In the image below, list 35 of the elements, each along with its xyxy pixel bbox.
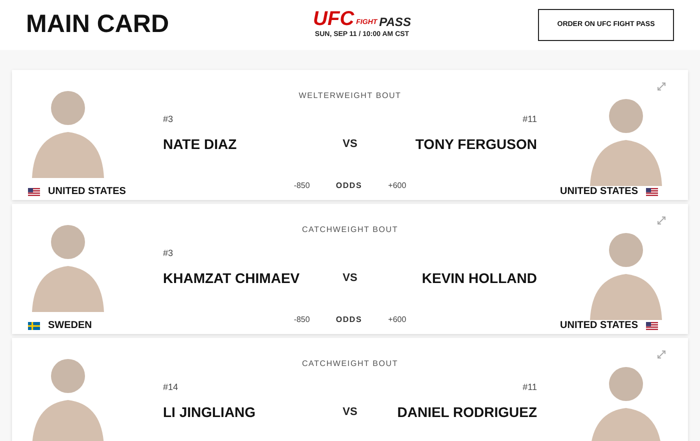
weight-class-label: CATCHWEIGHT BOUT (302, 225, 398, 234)
expand-icon[interactable] (657, 216, 666, 225)
flag-icon (646, 322, 658, 330)
rank-label: #3 (163, 112, 174, 126)
country-label: SWEDEN (48, 319, 92, 333)
odds-label: ODDS (336, 180, 362, 192)
rank-label: #3 (163, 246, 174, 260)
odds-value: +600 (388, 180, 406, 192)
fighter-name[interactable]: NATE DIAZ (163, 134, 313, 155)
expand-icon[interactable] (657, 350, 666, 359)
flag-icon (28, 322, 40, 330)
fighter-name[interactable]: TONY FERGUSON (387, 134, 537, 155)
rank-label: #11 (522, 112, 537, 126)
odds-value: -850 (294, 180, 310, 192)
expand-icon[interactable] (657, 82, 666, 91)
fighter-name[interactable]: KEVIN HOLLAND (387, 268, 537, 289)
odds-value: +600 (388, 314, 406, 326)
weight-class-label: WELTERWEIGHT BOUT (298, 91, 402, 100)
page-title: MAIN CARD (26, 9, 170, 40)
fighter-name[interactable]: DANIEL RODRIGUEZ (387, 402, 537, 423)
rank-label: #14 (163, 380, 178, 394)
fighter-name[interactable]: LI JINGLIANG (163, 402, 313, 423)
vs-label: VS (342, 405, 358, 420)
weight-class-label: CATCHWEIGHT BOUT (302, 359, 398, 368)
country-label: UNITED STATES (560, 319, 638, 333)
rank-label: #11 (522, 380, 537, 394)
vs-label: VS (342, 137, 358, 152)
fighter-name[interactable]: KHAMZAT CHIMAEV (163, 268, 313, 289)
vs-label: VS (342, 271, 358, 286)
flag-icon (28, 188, 40, 196)
country-label: UNITED STATES (560, 185, 638, 199)
odds-label: ODDS (336, 314, 362, 326)
country-label: UNITED STATES (48, 185, 126, 199)
odds-value: -850 (294, 314, 310, 326)
flag-icon (646, 188, 658, 196)
